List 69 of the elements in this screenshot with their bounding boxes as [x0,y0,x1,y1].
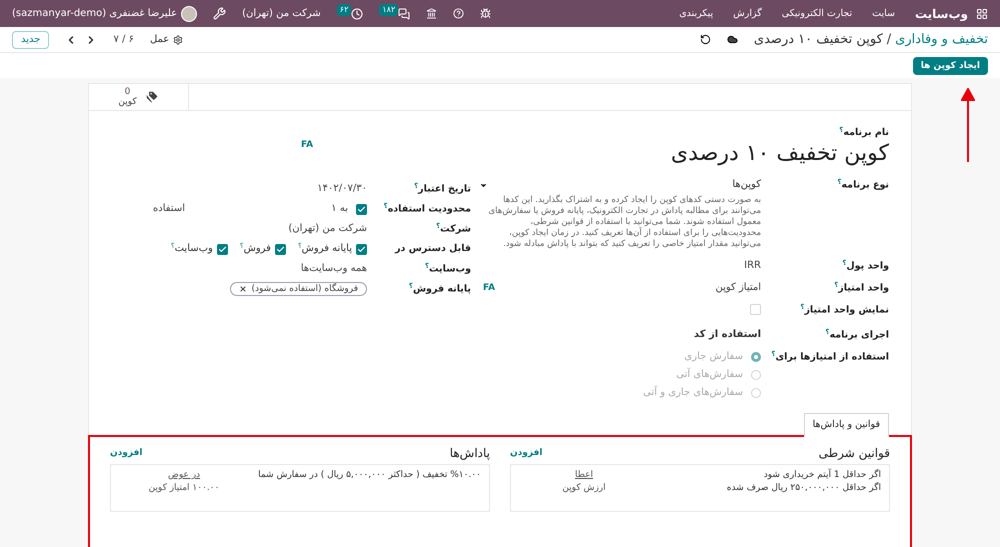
pager: ۶ / ۷ [113,34,134,46]
field-value: ۱۴۰۲/۰۷/۳۰ [317,183,367,194]
add-link[interactable]: افزودن [110,447,142,459]
translate-link[interactable]: FA [479,282,496,294]
checkbox[interactable] [356,244,367,254]
count-badge: ۶۲ [336,4,352,16]
section-title: پاداش‌ها [450,447,490,459]
field-value: به ۱ [331,203,348,215]
program-name[interactable]: کوپن تخفیف ۱۰ درصدی [670,139,889,169]
rule-text: اگر حداقل 1 آیتم خریداری شود [762,469,881,482]
menu-item[interactable]: سایت [872,8,895,20]
radio-label: سفارش‌های جاری و آتی [643,387,743,399]
program-description: به صورت دستی کدهای کوپن را ایجاد کرده و به اشتراک بگذارید. این کدها می‌توانند برای مطالبه پاداش در تجارت الکترونیک، پایانه فروش یا سفارش‌های معمول استفاده شوند. شما می‌توانید با استفاده از قوانین شرطی، محدودیت‌هایی را برای استفاده از آن‌ها تعریف کنید. در زمان ایجاد کوپن، می‌توانید مقدار امتیاز خاصی را تعریف کنید که بتواند با پاداش مبادله شود. [487,195,761,250]
breadcrumb-separator: / [886,34,892,46]
checkbox[interactable] [274,244,286,254]
tags-icon [144,90,159,104]
breadcrumb-link[interactable]: تخفیف و وفاداری [895,34,988,46]
discard-icon [700,34,711,45]
apps-menu-icon [976,8,988,20]
count-badge: ۱۸۲ [379,4,398,16]
field-value: IRR [744,260,761,272]
menu-item[interactable]: پیکربندی [679,8,714,20]
field-value: شرکت من (تهران) [288,223,367,234]
checkbox-label: فروش$^{؟}$ [240,243,271,255]
add-link[interactable]: افزودن [510,447,542,459]
bug-icon [480,8,492,19]
checkbox[interactable] [356,204,367,214]
menu-item[interactable]: گزارش [733,8,762,20]
clock-icon [351,8,364,20]
field-value: امتیاز کوپن [715,282,761,294]
tools-icon [213,7,226,20]
remove-icon [239,285,248,293]
bank-icon [426,8,438,19]
field-value: همه وب‌سایت‌ها [300,263,367,274]
checkbox-label: وب‌سایت$^{؟}$ [170,243,213,255]
save-icon [726,34,738,45]
radio-label: سفارش‌های آتی [676,369,743,381]
avatar[interactable] [181,6,198,22]
help-icon [453,8,464,19]
chat-icon [398,8,410,20]
program-type-select[interactable]: کوپن‌ها [479,179,761,191]
record-title: کوپن تخفیف ۱۰ درصدی [754,34,883,46]
rule-text: %۱۰.۰۰ تخفیف ( حداکثر ۵,۰۰۰,۰۰۰ ریال ) در سفارش شما [258,469,481,482]
app-title[interactable]: وب‌سایت [914,8,968,20]
side-link[interactable]: در عوض [168,469,200,482]
section-title: قوانین شرطی [818,447,890,459]
side-link[interactable]: اعطا [575,469,593,482]
rule-card[interactable]: %۱۰.۰۰ تخفیف ( حداکثر ۵,۰۰۰,۰۰۰ ریال ) در سفارش شما در عوض ۱۰۰.۰۰ امتیاز کوپن [110,464,490,512]
radio-label: سفارش جاری [684,351,743,363]
action-menu[interactable]: عمل [150,34,170,46]
rule-card[interactable]: اگر حداقل 1 آیتم خریداری شود اگر حداقل ۲۵۰,۰۰۰,۰۰۰ ریال صرف شده اعطا ارزش کوپن [510,464,890,512]
user-menu[interactable]: علیرضا غضنفری (sazmanyar-demo) [12,8,178,20]
field-label: قابل دسترس در [395,243,471,254]
menu-item[interactable]: تجارت الکترونیکی [782,8,852,20]
side-text: ۱۰۰.۰۰ امتیاز کوپن [148,482,220,495]
field-label: نام برنامه$^{؟}$ [838,127,889,139]
new-button[interactable]: جدید [12,30,50,48]
field-value: استفاده [152,203,185,215]
generate-coupons-button[interactable]: ایجاد کوپن ها [912,56,988,74]
company-switcher[interactable]: شرکت من (تهران) [242,8,321,20]
gear-icon[interactable] [173,34,184,44]
field-value: استفاده از کد [694,329,761,340]
side-text: ارزش کوپن [562,482,606,495]
notebook-tab[interactable]: قوانین و پاداش‌ها [804,413,889,437]
rule-text: اگر حداقل ۲۵۰,۰۰۰,۰۰۰ ریال صرف شده [726,482,881,495]
checkbox-label: پایانه فروش$^{؟}$ [298,243,352,255]
tag: فروشگاه (استفاده نمی‌شود) [230,282,367,296]
translate-link[interactable]: FA [301,139,314,151]
checkbox[interactable] [216,244,228,254]
